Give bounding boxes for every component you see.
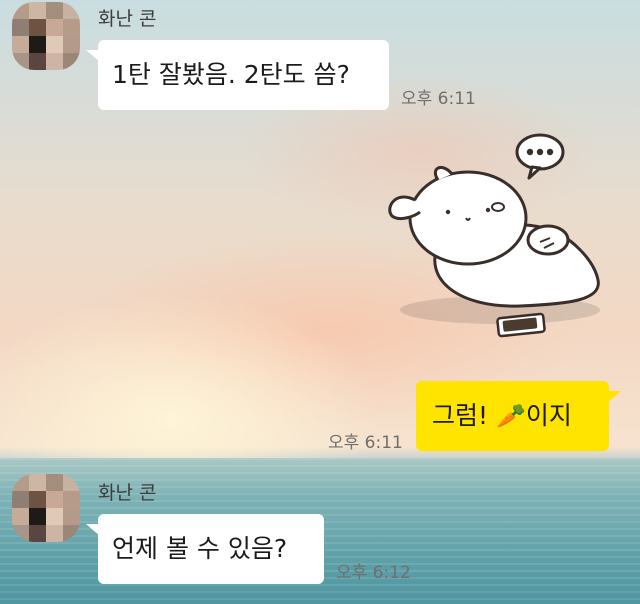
bunny-sticker-icon: [388, 133, 600, 338]
message-time: 오후 6:11: [328, 433, 403, 453]
sender-name: 화난 콘: [98, 482, 157, 504]
sender-name: 화난 콘: [98, 8, 157, 30]
avatar[interactable]: [12, 474, 80, 542]
sticker-image[interactable]: [380, 130, 610, 340]
message-bubble[interactable]: 언제 볼 수 있음?: [86, 514, 324, 584]
message-time: 오후 6:11: [401, 89, 476, 109]
carrot-icon: 🥕: [495, 402, 526, 430]
message-text: 이지: [525, 401, 572, 430]
my-message-bubble[interactable]: 그럼! 🥕이지: [416, 381, 621, 451]
avatar[interactable]: [12, 2, 80, 70]
message-text: 그럼!: [432, 401, 496, 430]
message-time: 오후 6:12: [336, 563, 411, 583]
message-bubble[interactable]: 1탄 잘봤음. 2탄도 씀?: [86, 40, 389, 110]
